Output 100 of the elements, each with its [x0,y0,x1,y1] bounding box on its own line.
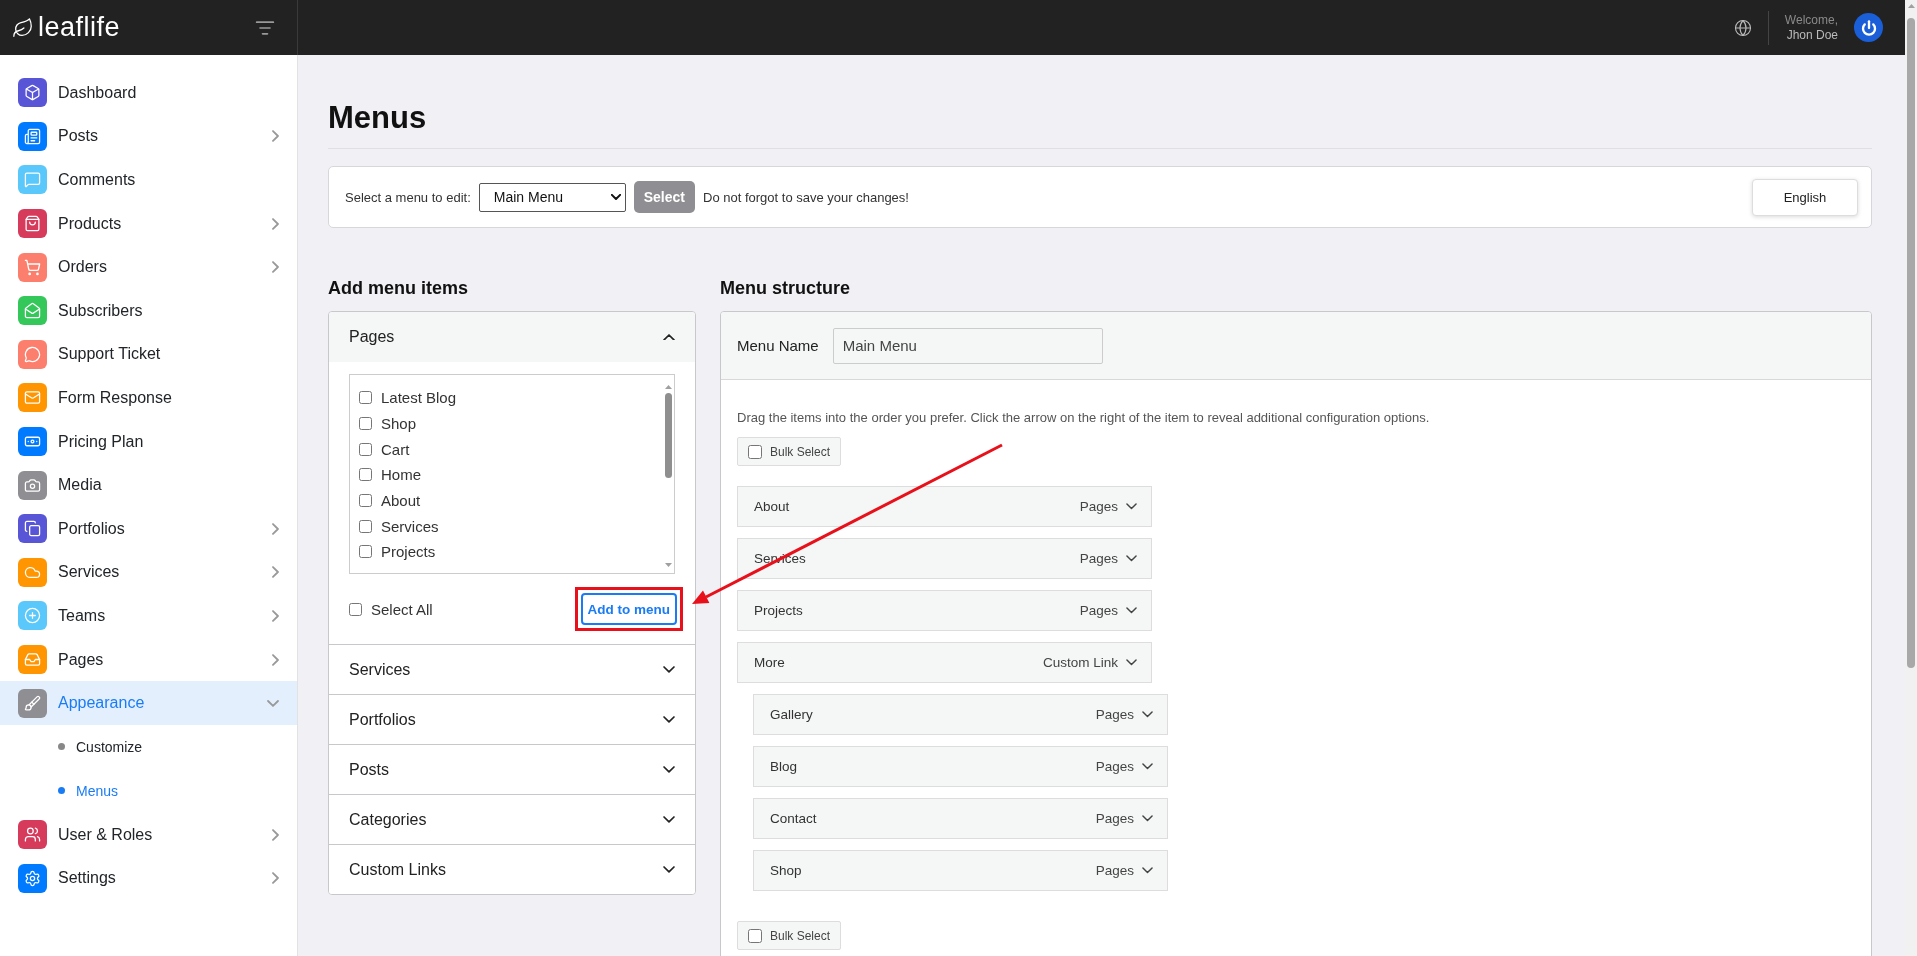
power-icon[interactable] [1854,13,1883,42]
sidebar-item[interactable]: Portfolios [0,506,297,551]
submenu-item[interactable]: Menus [0,768,297,813]
chevron-icon[interactable] [1126,555,1137,562]
submenu-item[interactable]: Customize [0,724,297,769]
accordion-title: Portfolios [349,710,416,729]
checkbox[interactable] [359,494,372,508]
sidebar-item[interactable]: Comments [0,158,297,202]
sidebar-item[interactable]: Media [0,463,297,507]
sidebar-item[interactable]: Posts [0,114,297,159]
bulk-select-button[interactable]: Bulk Select [737,437,842,466]
option-label: Home [381,466,421,484]
sidebar-item[interactable]: Orders [0,245,297,289]
menu-name-label: Menu Name [737,337,819,354]
sidebar-item[interactable]: Subscribers [0,288,297,333]
sidebar-label: Comments [58,171,137,189]
add-to-menu-button[interactable]: Add to menu [580,593,677,625]
sidebar-item[interactable]: Products [0,201,297,246]
accordion-header[interactable]: Pages [329,312,695,362]
language-button[interactable]: English [1752,178,1858,216]
menu-item-label: Blog [770,759,799,774]
checkbox[interactable] [359,519,372,533]
menu-item[interactable]: More Custom Link [737,642,1152,683]
caret-icon [610,194,621,200]
sidebar-label: Pricing Plan [58,432,145,451]
sidebar-item[interactable]: Dashboard [0,71,297,115]
chevron-icon[interactable] [1126,503,1137,510]
accordion-title: Categories [349,810,427,829]
menu-item-label: More [754,655,786,670]
sidebar-label: Appearance [58,694,146,713]
menu-item[interactable]: Shop Pages [753,850,1168,891]
chevron-icon [663,666,675,673]
checkbox[interactable] [359,442,372,456]
menu-name-field[interactable]: Main Menu [832,327,1103,364]
section-heading: Add menu items [328,278,470,299]
sidebar-label: Dashboard [58,83,138,102]
submenu-label: Menus [76,782,119,799]
sidebar-label: Services [58,563,121,582]
chevron-icon[interactable] [1142,763,1153,770]
leaf-icon [12,16,34,39]
chevron-icon[interactable] [1126,607,1137,614]
submenu-label: Customize [76,738,143,755]
option-label: Latest Blog [381,389,457,407]
select-label: Select a menu to edit: [345,189,471,205]
menu-item[interactable]: About Pages [737,486,1152,527]
sidebar-item[interactable]: Teams [0,594,297,638]
menu-item-type: Custom Link [1042,655,1118,670]
chevron-icon [663,766,675,773]
sidebar-item[interactable]: Services [0,550,297,595]
accordion-title: Pages [349,328,395,346]
menu-item-type: Pages [1095,759,1134,774]
menu-item[interactable]: Blog Pages [753,746,1168,787]
checkbox[interactable] [748,928,762,943]
sidebar-label: Subscribers [58,301,144,320]
menu-item-label: Shop [770,863,803,878]
menu-item[interactable]: Projects Pages [737,590,1152,631]
menu-item-label: Contact [770,811,818,826]
checkbox[interactable] [359,545,372,559]
menu-item-type: Pages [1079,499,1118,514]
chevron-icon[interactable] [1142,815,1153,822]
sidebar-label: Media [58,476,103,495]
save-reminder: Do not forgot to save your changes! [703,189,909,205]
bulk-select-button[interactable]: Bulk Select [737,921,842,950]
accordion-title: Posts [349,760,389,779]
sidebar-item[interactable]: Support Ticket [0,332,297,377]
sidebar-item[interactable]: Form Response [0,376,297,420]
globe-icon[interactable] [1733,18,1752,37]
accordion-title: Services [349,660,411,679]
menu-item-label: About [754,499,791,514]
checkbox[interactable] [359,468,372,482]
sidebar-item[interactable]: Pricing Plan [0,419,297,464]
chevron-icon[interactable] [1142,711,1153,718]
sidebar-item[interactable]: Pages [0,637,297,682]
menu-item-type: Pages [1095,863,1134,878]
menu-item-label: Gallery [770,707,814,722]
option-label: Projects [381,543,436,561]
accordion-title: Custom Links [349,860,446,879]
chevron-icon[interactable] [1142,867,1153,874]
menu-item[interactable]: Gallery Pages [753,694,1168,735]
accordion-header[interactable]: Custom Links [329,844,695,894]
sidebar-item[interactable]: User & Roles [0,812,297,857]
sidebar-item[interactable]: Settings [0,856,297,901]
checkbox[interactable] [359,391,372,405]
option-label: Cart [381,440,410,458]
menu-item-type: Pages [1079,551,1118,566]
chevron-icon [663,716,675,723]
sidebar-label: User & Roles [58,825,154,844]
chevron-icon [663,816,675,823]
user-name: Jhon Doe [1786,27,1838,43]
menu-item[interactable]: Contact Pages [753,798,1168,839]
sidebar-label: Teams [58,606,107,625]
menu-item-type: Pages [1095,811,1134,826]
sidebar-label: Portfolios [58,519,126,538]
sidebar-label: Form Response [58,388,173,407]
checkbox[interactable] [349,602,362,616]
sidebar-label: Orders [58,258,108,277]
menu-select[interactable]: Main Menu [478,182,626,212]
chevron-icon[interactable] [1126,659,1137,666]
checkbox[interactable] [748,444,762,459]
checkbox[interactable] [359,417,372,431]
